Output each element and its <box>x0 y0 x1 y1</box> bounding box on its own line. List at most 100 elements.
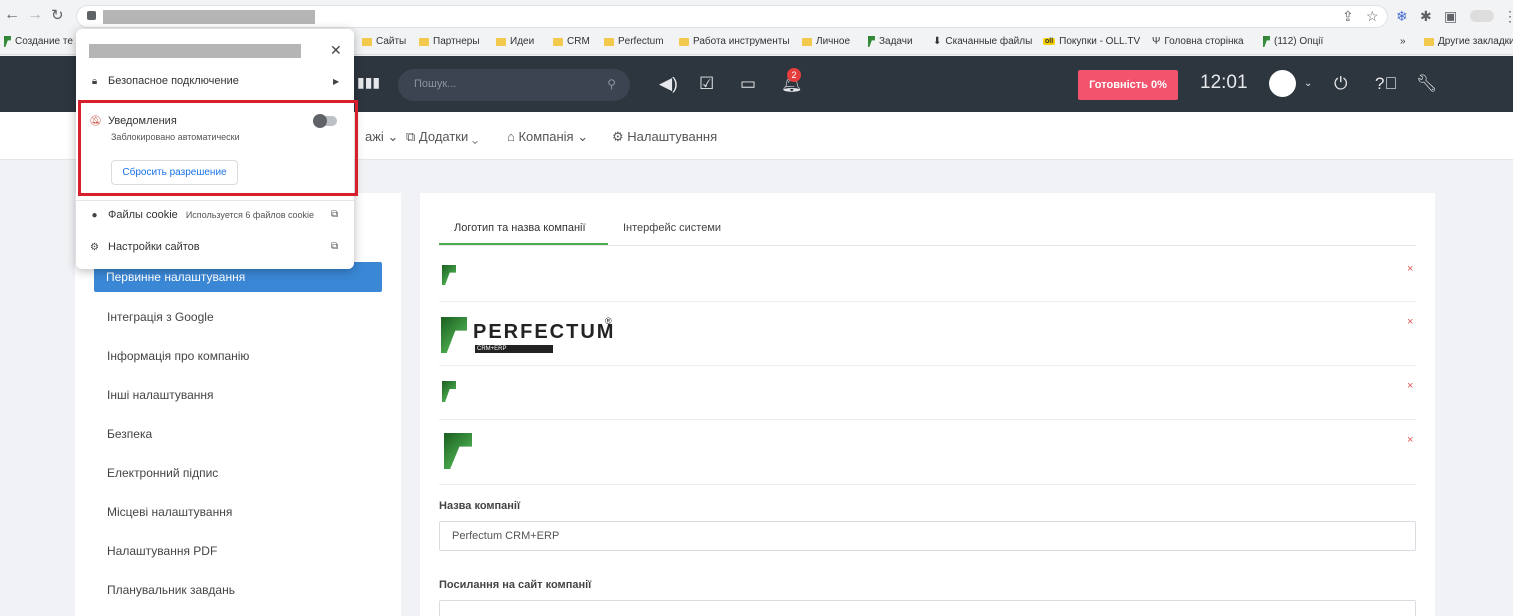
delete-logo-button[interactable]: × <box>1407 380 1413 392</box>
readiness-button[interactable]: Готовність 0% <box>1078 70 1178 100</box>
sidebar-item-pdf-settings[interactable]: Налаштування PDF <box>107 544 217 558</box>
bookmark-item[interactable]: Партнеры <box>419 36 480 47</box>
bookmark-item[interactable]: Ψ Головна сторінка <box>1152 36 1244 47</box>
bookmark-item[interactable]: ⬇ Скачанные файлы <box>933 36 1032 47</box>
perfectum-logo-small <box>442 381 456 402</box>
notifications-row: 🔕︎ Уведомления <box>89 115 177 127</box>
close-icon[interactable]: ✕ <box>330 42 342 59</box>
delete-logo-button[interactable]: × <box>1407 263 1413 275</box>
cookie-icon: ● <box>91 209 98 221</box>
notifications-toggle[interactable] <box>313 114 337 128</box>
addons-icon: ⧉ <box>406 129 416 144</box>
sidebar-item-security[interactable]: Безпека <box>107 427 152 441</box>
power-icon[interactable]: ⏻ <box>1334 74 1347 94</box>
extensions-puzzle-icon[interactable]: ✱ <box>1420 8 1432 25</box>
forward-arrow-icon[interactable]: → <box>27 6 43 24</box>
bookmark-item[interactable]: CRM <box>553 36 590 47</box>
secure-connection-row[interactable]: 🔒︎ Безопасное подключение <box>89 75 239 87</box>
back-arrow-icon[interactable]: ← <box>4 6 20 24</box>
nav-sales[interactable]: ажі ⌄ <box>365 129 398 145</box>
reset-permission-button[interactable]: Сбросить разрешение <box>111 160 238 185</box>
bookmark-label: Работа инструменты <box>693 36 790 47</box>
delete-logo-button[interactable]: × <box>1407 316 1413 328</box>
address-bar[interactable] <box>76 5 1388 28</box>
building-icon: ⌂ <box>507 129 515 144</box>
perfectum-favicon-icon <box>4 36 11 47</box>
nav-company[interactable]: ⌂ Компанія ⌄ <box>507 129 588 145</box>
url-redacted <box>103 10 315 24</box>
search-icon: ⚲ <box>607 77 616 91</box>
company-website-input[interactable] <box>439 600 1416 616</box>
logo-tagline: CRM+ERP <box>475 345 553 353</box>
download-icon: ⬇ <box>933 36 942 47</box>
avatar[interactable] <box>1269 70 1296 97</box>
bookmark-label: Покупки - OLL.TV <box>1059 36 1141 47</box>
nav-label: Налаштування <box>627 129 718 144</box>
bookmark-item[interactable]: Идеи <box>496 36 534 47</box>
nav-settings[interactable]: ⚙ Налаштування <box>612 129 717 145</box>
bookmark-item[interactable]: oll Покупки - OLL.TV <box>1043 36 1140 47</box>
menu-kebab-icon[interactable]: ⋮ <box>1503 8 1513 25</box>
lock-icon[interactable] <box>87 11 96 20</box>
bookmark-item[interactable]: (112) Опції <box>1263 36 1323 47</box>
document-icon[interactable]: ▭ <box>740 74 756 94</box>
side-panel-icon[interactable]: ▣ <box>1444 8 1457 25</box>
bookmark-item[interactable]: Другие закладки <box>1424 36 1513 47</box>
site-url-redacted <box>89 44 301 58</box>
bookmark-label: Личное <box>816 36 851 47</box>
company-website-label: Посилання на сайт компанії <box>439 579 592 591</box>
help-icon[interactable]: ?⃝ <box>1375 74 1397 94</box>
notifications-label: Уведомления <box>108 115 177 127</box>
cookies-label: Файлы cookie <box>108 209 178 221</box>
chevron-down-icon[interactable]: ⌄ <box>1304 78 1312 89</box>
bookmark-label: Идеи <box>510 36 535 47</box>
chevron-right-icon[interactable]: ▶ <box>333 77 339 86</box>
sidebar-item-company-info[interactable]: Інформація про компанію <box>107 349 249 363</box>
profile-icon[interactable] <box>1470 10 1494 22</box>
gear-icon: ⚙ <box>612 129 624 144</box>
tab-logo-and-name[interactable]: Логотип та назва компанії <box>454 222 586 234</box>
bookmark-label: (112) Опції <box>1274 36 1324 47</box>
folder-icon <box>802 37 812 46</box>
search-input[interactable]: Пошук... ⚲ <box>398 69 630 101</box>
bookmark-item[interactable]: Работа инструменты <box>679 36 790 47</box>
search-placeholder: Пошук... <box>414 78 457 90</box>
sidebar-item-other-settings[interactable]: Інші налаштування <box>107 388 214 402</box>
task-check-icon[interactable]: ☑ <box>699 74 714 94</box>
reload-icon[interactable]: ↻ <box>51 6 64 24</box>
nav-addons[interactable]: ⧉ Додатки ⌄ <box>406 129 478 145</box>
secure-connection-label: Безопасное подключение <box>108 75 239 87</box>
sidebar-item-e-signature[interactable]: Електронний підпис <box>107 466 218 480</box>
bookmark-item[interactable]: Сайты <box>362 36 406 47</box>
lock-icon: 🔒︎ <box>91 75 98 87</box>
bookmark-item[interactable]: Создание те <box>4 36 73 47</box>
delete-logo-button[interactable]: × <box>1407 434 1413 446</box>
bookmark-label: Скачанные файлы <box>945 36 1033 47</box>
star-icon[interactable]: ☆ <box>1366 8 1379 25</box>
external-link-icon[interactable]: ⧉ <box>331 241 338 252</box>
folder-icon <box>362 37 372 46</box>
company-name-input[interactable]: Perfectum CRM+ERP <box>439 521 1416 551</box>
stats-bars-icon[interactable]: ▮▮▮ <box>357 74 380 91</box>
bookmark-item[interactable]: Личное <box>802 36 850 47</box>
bookmark-item[interactable]: Perfectum <box>604 36 664 47</box>
notifications-blocked-icon: 🔕︎ <box>89 115 102 127</box>
wrench-icon[interactable]: 🔧︎ <box>1416 74 1438 94</box>
site-settings-row[interactable]: ⚙ Настройки сайтов <box>89 241 200 253</box>
cookies-row[interactable]: ● Файлы cookie Используется 6 файлов coo… <box>89 209 314 221</box>
speaker-icon[interactable]: ◀) <box>659 74 678 94</box>
more-bookmarks-chevron[interactable]: » <box>1400 36 1406 47</box>
active-tab-indicator <box>439 243 608 245</box>
bookmark-label: Задачи <box>879 36 913 47</box>
sidebar-item-google-integration[interactable]: Інтеграція з Google <box>107 310 214 324</box>
bookmark-item[interactable]: Задачи <box>868 36 913 47</box>
share-icon[interactable]: ⇪ <box>1342 8 1354 25</box>
folder-icon <box>419 37 429 46</box>
extension-snowflake-icon[interactable]: ❄ <box>1396 8 1408 25</box>
bookmark-label: Партнеры <box>433 36 480 47</box>
external-link-icon[interactable]: ⧉ <box>331 209 338 220</box>
tab-system-interface[interactable]: Інтерфейс системи <box>623 222 721 234</box>
sidebar-item-locale-settings[interactable]: Місцеві налаштування <box>107 505 232 519</box>
sidebar-item-task-scheduler[interactable]: Планувальник завдань <box>107 583 235 597</box>
site-info-popup: ✕ 🔒︎ Безопасное подключение ▶ 🔕︎ Уведомл… <box>76 29 358 269</box>
